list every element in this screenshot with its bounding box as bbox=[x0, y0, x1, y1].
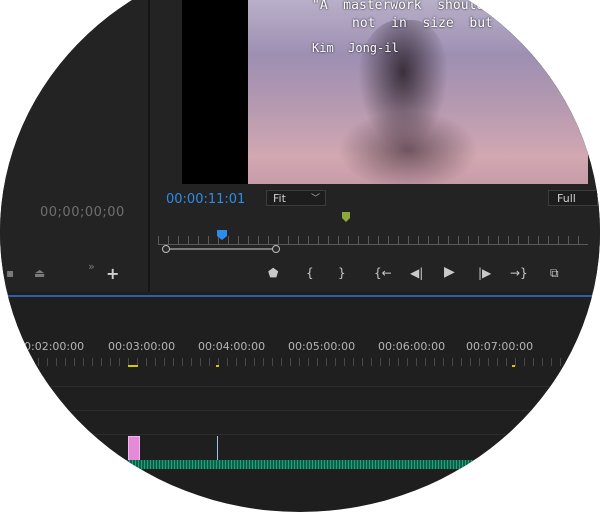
ruler-label: 00:05:00:00 bbox=[288, 340, 356, 353]
ruler-label: 00:07:00:00 bbox=[466, 340, 534, 353]
more-buttons-icon[interactable]: » bbox=[88, 260, 95, 273]
step-back-icon[interactable]: ◀| bbox=[410, 266, 423, 280]
audio-waveform[interactable] bbox=[126, 460, 600, 469]
step-forward-icon[interactable]: |▶ bbox=[478, 266, 491, 280]
go-to-out-icon[interactable]: →} bbox=[510, 266, 528, 280]
zoom-level-value: Fit bbox=[273, 192, 286, 205]
premiere-workspace: 00;00;00;00 ▪ ⏏ » + "A masterwork should… bbox=[0, 0, 600, 469]
ruler-label: 00:03:00:00 bbox=[108, 340, 176, 353]
timeline-panel bbox=[0, 297, 600, 469]
camera-icon[interactable]: ⧉ bbox=[550, 266, 559, 281]
zoom-scrollbar[interactable] bbox=[162, 245, 280, 253]
scrollbar-track bbox=[168, 248, 274, 250]
lift-icon[interactable]: ⏏ bbox=[34, 266, 45, 280]
video-clip[interactable] bbox=[128, 436, 140, 461]
mark-out-button[interactable]: } bbox=[338, 266, 346, 280]
source-timecode[interactable]: 00;00;00;00 bbox=[40, 205, 125, 220]
track-separator bbox=[0, 410, 600, 411]
go-to-in-icon[interactable]: {← bbox=[374, 266, 392, 280]
panel-edge-icon[interactable]: ▪ bbox=[6, 266, 14, 280]
track-separator bbox=[0, 434, 600, 435]
work-area-marker bbox=[216, 365, 219, 367]
video-shadow bbox=[338, 110, 478, 184]
add-marker-icon[interactable]: ⬟ bbox=[268, 266, 278, 280]
subtitle-line-2: not in size but in bbox=[352, 16, 525, 31]
mark-in-button[interactable]: { bbox=[306, 266, 314, 280]
play-icon[interactable]: ▶ bbox=[444, 264, 455, 280]
source-panel: 00;00;00;00 ▪ ⏏ » + bbox=[0, 0, 150, 292]
resolution-value: Full bbox=[557, 192, 576, 205]
work-area-marker bbox=[128, 365, 138, 367]
subtitle-line-1: "A masterwork should bbox=[312, 0, 485, 13]
zoom-level-select[interactable]: Fit ﹀ bbox=[266, 190, 326, 206]
playback-resolution-select[interactable]: Full bbox=[548, 190, 598, 206]
track-separator bbox=[0, 386, 600, 387]
ruler-label: 0:02:00:00 bbox=[24, 340, 85, 353]
button-editor-icon[interactable]: + bbox=[106, 264, 119, 283]
video-letterbox bbox=[182, 0, 248, 184]
scrollbar-handle-right[interactable] bbox=[272, 245, 280, 253]
scrollbar-handle-left[interactable] bbox=[162, 245, 170, 253]
work-area-marker bbox=[512, 365, 515, 367]
ruler-label: 00:06:00:00 bbox=[378, 340, 446, 353]
viewport-circle-mask: 00;00;00;00 ▪ ⏏ » + "A masterwork should… bbox=[0, 0, 600, 512]
playhead-timecode[interactable]: 00:00:11:01 bbox=[166, 192, 245, 207]
subtitle-line-3: Kim Jong-il bbox=[312, 41, 399, 55]
ruler-label: 00:04:00:00 bbox=[198, 340, 266, 353]
chevron-down-icon: ﹀ bbox=[310, 194, 320, 204]
